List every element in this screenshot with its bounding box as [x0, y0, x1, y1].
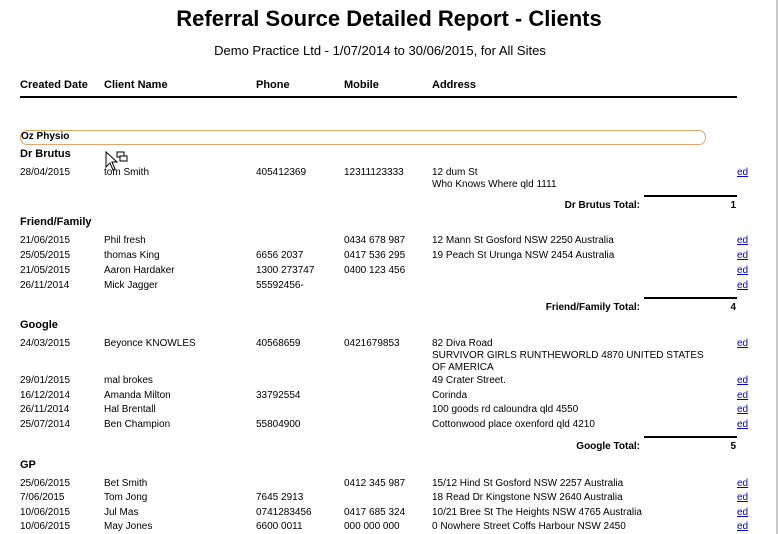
cell-address-line-3: OF AMERICA: [432, 362, 494, 373]
cell-address: 82 Diva Road: [432, 338, 493, 349]
cell-address: 18 Read Dr Kingstone NSW 2640 Australia: [432, 492, 623, 503]
total-divider: [644, 195, 737, 197]
edit-link[interactable]: ed: [737, 507, 748, 518]
cell-created-date: 29/01/2015: [20, 375, 71, 386]
cell-address: 0 Nowhere Street Coffs Harbour NSW 2450: [432, 521, 626, 532]
column-header-address: Address: [432, 79, 477, 91]
column-header-mobile: Mobile: [344, 79, 379, 91]
cell-client-name: Amanda Milton: [104, 390, 171, 401]
cell-created-date: 24/03/2015: [20, 338, 71, 349]
column-header-client-name: Client Name: [104, 79, 168, 91]
group-heading-friend-family: Friend/Family: [20, 216, 92, 228]
group-total-label: Dr Brutus Total:: [564, 200, 640, 211]
cell-client-name: Mick Jagger: [104, 280, 158, 291]
cell-mobile: 0417 685 324: [344, 507, 406, 518]
group-total-value: 1: [730, 200, 736, 211]
cell-created-date: 10/06/2015: [20, 521, 71, 532]
cell-phone: 0741283456: [256, 507, 312, 518]
column-header-created-date: Created Date: [20, 79, 88, 91]
group-total-label: Google Total:: [576, 441, 640, 452]
cell-address: 10/21 Bree St The Heights NSW 4765 Austr…: [432, 507, 642, 518]
site-name: Oz Physio: [21, 131, 70, 142]
cell-client-name: Beyonce KNOWLES: [104, 338, 196, 349]
cell-client-name: Jul Mas: [104, 507, 139, 518]
cell-created-date: 28/04/2015: [20, 167, 71, 178]
header-divider: [20, 96, 737, 98]
group-total-value: 5: [730, 441, 736, 452]
group-heading-gp: GP: [20, 459, 36, 471]
cell-address: Corinda: [432, 390, 468, 401]
cell-address: 12 Mann St Gosford NSW 2250 Australia: [432, 235, 614, 246]
cell-mobile: 0434 678 987: [344, 235, 406, 246]
cell-phone: 7645 2913: [256, 492, 304, 503]
cell-phone: 55592456-: [256, 280, 304, 291]
cell-phone: 40568659: [256, 338, 301, 349]
cell-created-date: 21/05/2015: [20, 265, 71, 276]
cell-mobile: 000 000 000: [344, 521, 400, 532]
cell-client-name: Bet Smith: [104, 478, 148, 489]
cell-phone: 6600 0011: [256, 521, 303, 532]
cell-created-date: 16/12/2014: [20, 390, 71, 401]
group-total-value: 4: [730, 302, 736, 313]
total-divider: [644, 297, 737, 299]
cell-client-name: Tom Jong: [104, 492, 148, 503]
cell-client-name: Phil fresh: [104, 235, 146, 246]
cell-created-date: 7/06/2015: [20, 492, 65, 503]
cell-created-date: 21/06/2015: [20, 235, 71, 246]
cell-mobile: 0417 536 295: [344, 250, 406, 261]
cell-created-date: 10/06/2015: [20, 507, 71, 518]
group-total-label: Friend/Family Total:: [545, 302, 640, 313]
cell-phone: 1300 273747: [256, 265, 315, 276]
cell-mobile: 12311123333: [344, 167, 404, 178]
edit-link[interactable]: ed: [737, 478, 748, 489]
cell-address: 49 Crater Street.: [432, 375, 506, 386]
cell-client-name: mal brokes: [104, 375, 153, 386]
edit-link[interactable]: ed: [737, 521, 748, 532]
cell-address: 19 Peach St Urunga NSW 2454 Australia: [432, 250, 615, 261]
cell-client-name: Aaron Hardaker: [104, 265, 175, 276]
cell-created-date: 26/11/2014: [20, 280, 70, 291]
edit-link[interactable]: ed: [737, 404, 748, 415]
cell-created-date: 25/06/2015: [20, 478, 71, 489]
cell-mobile: 0412 345 987: [344, 478, 406, 489]
cell-client-name: Hal Brentall: [104, 404, 156, 415]
cell-address-line-2: SURVIVOR GIRLS RUNTHEWORLD 4870 UNITED S…: [432, 350, 704, 361]
edit-link[interactable]: ed: [737, 419, 748, 430]
cell-address: Cottonwood place oxenford qld 4210: [432, 419, 595, 430]
group-heading-dr-brutus: Dr Brutus: [20, 148, 71, 160]
edit-link[interactable]: ed: [737, 250, 748, 261]
report-title: Referral Source Detailed Report - Client…: [176, 6, 602, 31]
column-header-phone: Phone: [256, 79, 290, 91]
total-divider: [644, 436, 737, 438]
edit-link[interactable]: ed: [737, 235, 748, 246]
group-heading-google: Google: [20, 319, 58, 331]
cell-created-date: 25/05/2015: [20, 250, 71, 261]
cell-phone: 405412369: [256, 167, 307, 178]
cell-address: 100 goods rd caloundra qld 4550: [432, 404, 579, 415]
cell-phone: 55804900: [256, 419, 301, 430]
cell-phone: 33792554: [256, 390, 301, 401]
edit-link[interactable]: ed: [737, 338, 748, 349]
cell-mobile: 0421679853: [344, 338, 400, 349]
edit-link[interactable]: ed: [737, 375, 748, 386]
edit-link[interactable]: ed: [737, 167, 748, 178]
mouse-cursor-icon: [105, 151, 128, 171]
cell-address: 15/12 Hind St Gosford NSW 2257 Australia: [432, 478, 624, 489]
edit-link[interactable]: ed: [737, 390, 748, 401]
cell-phone: 6656 2037: [256, 250, 304, 261]
cell-mobile: 0400 123 456: [344, 265, 406, 276]
edit-link[interactable]: ed: [737, 280, 748, 291]
edit-link[interactable]: ed: [737, 492, 748, 503]
report-subtitle: Demo Practice Ltd - 1/07/2014 to 30/06/2…: [214, 43, 546, 58]
cell-address-line-2: Who Knows Where qld 1111: [432, 179, 557, 190]
cell-client-name: May Jones: [104, 521, 153, 532]
cell-created-date: 25/07/2014: [20, 419, 71, 430]
cell-address: 12 dum St: [432, 167, 478, 178]
cell-client-name: thomas King: [104, 250, 160, 261]
site-section-box: [20, 130, 706, 145]
cell-client-name: Ben Champion: [104, 419, 171, 430]
edit-link[interactable]: ed: [737, 265, 748, 276]
cell-created-date: 26/11/2014: [20, 404, 70, 415]
